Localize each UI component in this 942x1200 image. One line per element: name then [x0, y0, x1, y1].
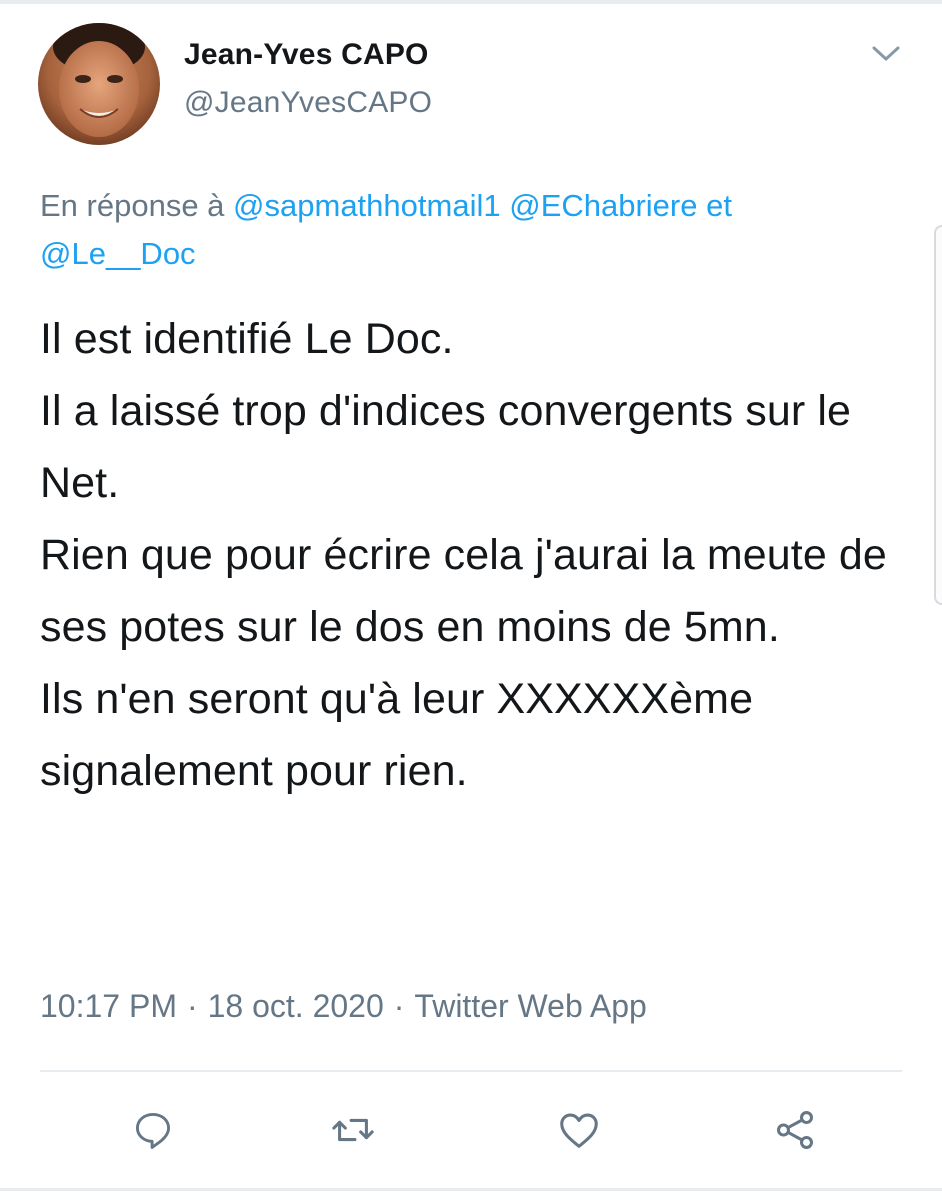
divider: [40, 1070, 902, 1072]
avatar[interactable]: [38, 23, 160, 145]
mention-link[interactable]: @Le__Doc: [40, 236, 196, 271]
tweet-time[interactable]: 10:17 PM: [40, 988, 177, 1024]
like-button[interactable]: [554, 1105, 604, 1155]
bottom-border: [0, 1188, 942, 1191]
tweet-date[interactable]: 18 oct. 2020: [208, 988, 384, 1024]
chevron-down-icon[interactable]: [866, 38, 906, 68]
reply-icon: [135, 1112, 171, 1149]
meta-separator: ·: [186, 988, 198, 1024]
reply-conjunction: et: [706, 188, 732, 223]
mention-link[interactable]: @sapmathhotmail1: [233, 188, 501, 223]
author-display-name[interactable]: Jean-Yves CAPO: [184, 38, 429, 72]
reply-prefix: En réponse à: [40, 188, 225, 223]
scroll-edge: [934, 225, 942, 605]
meta-separator: ·: [393, 988, 405, 1024]
top-border: [0, 0, 942, 4]
reply-button[interactable]: [128, 1105, 178, 1155]
tweet-metadata: 10:17 PM · 18 oct. 2020 · Twitter Web App: [40, 988, 647, 1025]
share-button[interactable]: [770, 1105, 820, 1155]
author-handle[interactable]: @JeanYvesCAPO: [184, 86, 432, 120]
retweet-icon: [332, 1118, 374, 1142]
reply-context: En réponse à @sapmathhotmail1 @EChabrier…: [40, 182, 880, 278]
tweet-source[interactable]: Twitter Web App: [414, 988, 646, 1024]
tweet-text: Il est identifié Le Doc. Il a laissé tro…: [40, 315, 887, 795]
share-icon: [776, 1111, 814, 1149]
retweet-button[interactable]: [328, 1105, 378, 1155]
mention-link[interactable]: @EChabriere: [509, 188, 697, 223]
heart-icon: [560, 1113, 598, 1148]
